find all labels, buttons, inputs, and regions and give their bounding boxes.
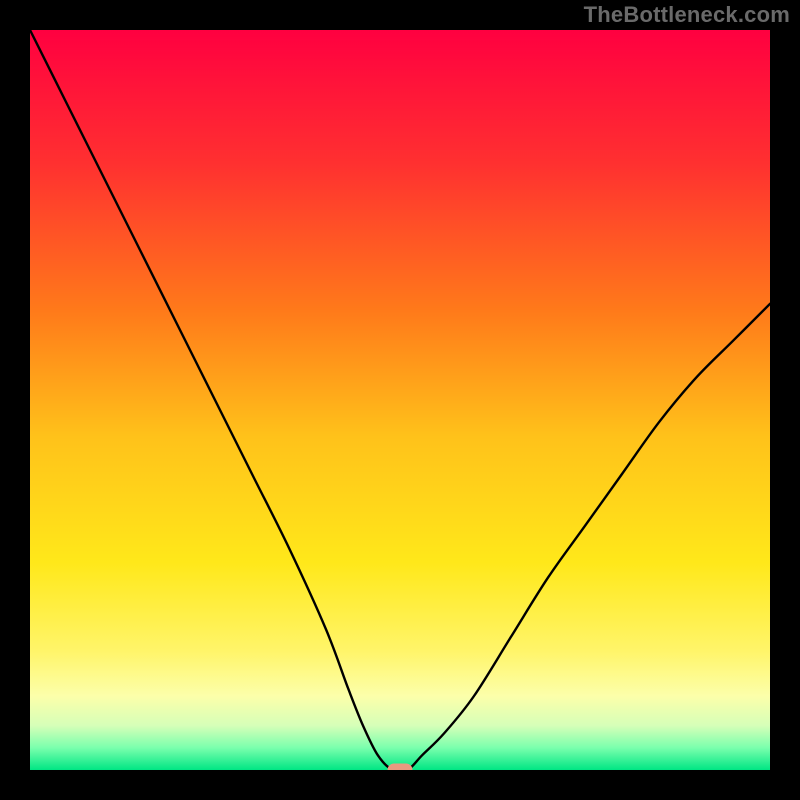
watermark-text: TheBottleneck.com bbox=[584, 2, 790, 28]
plot-area bbox=[30, 30, 770, 770]
minimum-marker bbox=[388, 764, 413, 771]
chart-frame: TheBottleneck.com bbox=[0, 0, 800, 800]
bottleneck-curve bbox=[30, 30, 770, 770]
